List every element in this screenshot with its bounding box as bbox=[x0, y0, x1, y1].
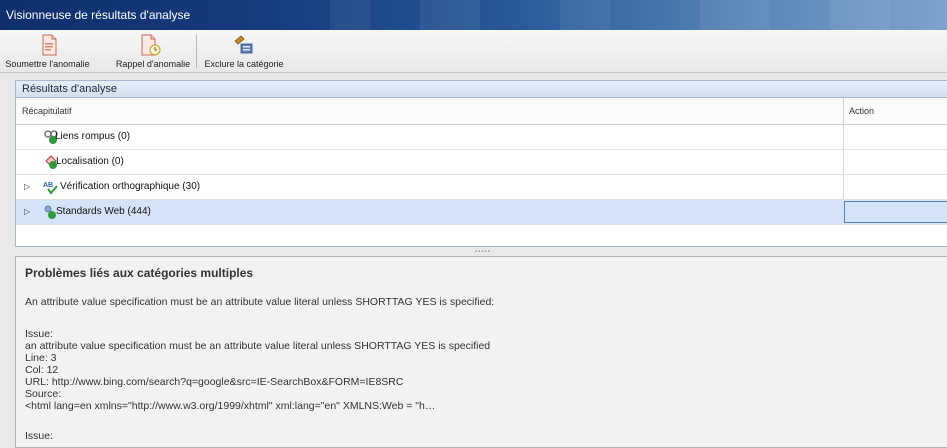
submit-bug-icon bbox=[42, 34, 57, 56]
row-divider bbox=[843, 150, 844, 174]
results-panel: Résultats d'analyse Récapitulatif Action… bbox=[15, 80, 947, 247]
column-header-summary[interactable]: Récapitulatif bbox=[22, 106, 72, 116]
results-table-header: Récapitulatif Action bbox=[16, 98, 947, 125]
toolbar: Soumettre l'anomalie Rappel d'anomalie E… bbox=[0, 30, 947, 73]
issue-col: Col: 12 bbox=[25, 364, 59, 376]
splitter-grip-icon[interactable]: ▪▪▪▪▪ bbox=[475, 249, 491, 255]
recall-bug-label: Rappel d'anomalie bbox=[115, 59, 191, 69]
result-row-broken-links[interactable]: Liens rompus (0) bbox=[16, 125, 947, 150]
toolbar-separator bbox=[196, 34, 197, 68]
issue-text: an attribute value specification must be… bbox=[25, 340, 491, 352]
issue-url: URL: http://www.bing.com/search?q=google… bbox=[25, 376, 404, 388]
title-bar-decoration bbox=[830, 0, 890, 30]
row-divider bbox=[843, 125, 844, 149]
title-bar-decoration bbox=[700, 0, 770, 30]
exclude-category-button[interactable]: Exclure la catégorie bbox=[199, 30, 289, 72]
expand-arrow-icon[interactable]: ▷ bbox=[24, 182, 30, 191]
exclude-category-icon bbox=[234, 35, 253, 54]
title-bar-decoration bbox=[560, 0, 610, 30]
result-row-label: Vérification orthographique (30) bbox=[60, 181, 201, 192]
column-divider[interactable] bbox=[843, 98, 844, 124]
result-row-label: Localisation (0) bbox=[56, 156, 124, 167]
title-bar-decoration bbox=[330, 0, 370, 30]
source-label: Source: bbox=[25, 388, 62, 400]
details-heading: Problèmes liés aux catégories multiples bbox=[25, 266, 254, 280]
row-divider bbox=[843, 175, 844, 199]
spellcheck-icon: AB bbox=[43, 182, 58, 195]
result-row-web-standards[interactable]: ▷ Standards Web (444) bbox=[16, 200, 947, 225]
exclude-category-label: Exclure la catégorie bbox=[204, 59, 284, 69]
panel-splitter[interactable]: ▪▪▪▪▪ bbox=[15, 247, 947, 255]
result-row-label: Liens rompus (0) bbox=[55, 131, 131, 142]
issue-line: Line: 3 bbox=[25, 352, 57, 364]
expand-arrow-icon[interactable]: ▷ bbox=[24, 207, 30, 216]
recall-bug-icon bbox=[141, 34, 161, 56]
recall-bug-button[interactable]: Rappel d'anomalie bbox=[109, 30, 197, 72]
action-cell[interactable] bbox=[844, 201, 947, 223]
column-header-action[interactable]: Action bbox=[849, 106, 874, 116]
title-bar: Visionneuse de résultats d'analyse bbox=[0, 0, 947, 30]
submit-bug-label: Soumettre l'anomalie bbox=[5, 59, 90, 69]
source-text: <html lang=en xmlns="http://www.w3.org/1… bbox=[25, 400, 436, 412]
submit-bug-button[interactable]: Soumettre l'anomalie bbox=[0, 30, 95, 72]
issue-label: Issue: bbox=[25, 430, 54, 442]
results-panel-title: Résultats d'analyse bbox=[16, 81, 947, 98]
result-row-label: Standards Web (444) bbox=[56, 206, 151, 217]
title-bar-decoration bbox=[420, 0, 480, 30]
details-summary: An attribute value specification must be… bbox=[25, 296, 495, 308]
issue-label: Issue: bbox=[25, 328, 54, 340]
svg-text:AB: AB bbox=[43, 182, 53, 189]
result-row-localization[interactable]: Localisation (0) bbox=[16, 150, 947, 175]
window-title: Visionneuse de résultats d'analyse bbox=[6, 8, 191, 22]
result-row-spellcheck[interactable]: ▷ AB Vérification orthographique (30) bbox=[16, 175, 947, 200]
details-panel: Problèmes liés aux catégories multiples … bbox=[15, 256, 947, 448]
